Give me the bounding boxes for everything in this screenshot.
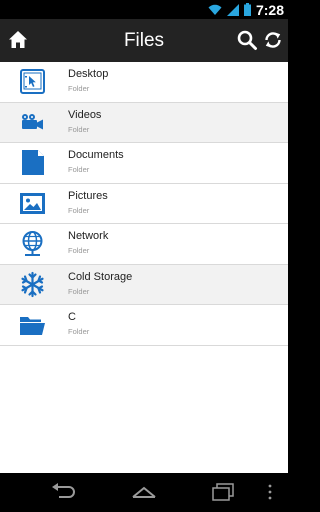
list-item-videos[interactable]: Videos Folder bbox=[0, 102, 288, 143]
app-bar: Files bbox=[0, 19, 288, 62]
list-item-c[interactable]: C Folder bbox=[0, 305, 288, 346]
network-globe-icon bbox=[22, 231, 43, 256]
home-nav-icon[interactable] bbox=[130, 481, 158, 503]
item-type: Folder bbox=[68, 327, 90, 336]
home-icon[interactable] bbox=[6, 28, 30, 52]
list-item-network[interactable]: Network Folder bbox=[0, 224, 288, 265]
system-nav-bar bbox=[0, 473, 288, 512]
refresh-icon[interactable] bbox=[262, 29, 284, 51]
snowflake-icon bbox=[21, 271, 44, 297]
list-item-pictures[interactable]: Pictures Folder bbox=[0, 184, 288, 224]
item-type: Folder bbox=[68, 84, 90, 93]
status-indicators: 7:28 bbox=[208, 0, 284, 19]
item-type: Folder bbox=[68, 286, 90, 296]
signal-icon bbox=[226, 3, 239, 16]
status-time: 7:28 bbox=[255, 1, 284, 18]
item-type: Folder bbox=[68, 205, 90, 215]
item-name: Network bbox=[68, 230, 109, 242]
battery-icon bbox=[243, 3, 251, 16]
open-folder-icon bbox=[20, 317, 45, 335]
item-name: Desktop bbox=[68, 68, 109, 80]
item-type: Folder bbox=[68, 246, 90, 255]
back-icon[interactable] bbox=[49, 481, 77, 503]
list-item-desktop[interactable]: Desktop Folder bbox=[0, 62, 288, 103]
overflow-menu-icon[interactable] bbox=[262, 481, 278, 503]
item-type: Folder bbox=[68, 165, 90, 174]
item-name: Cold Storage bbox=[68, 270, 133, 283]
status-bar: 7:28 bbox=[0, 0, 288, 19]
search-icon[interactable] bbox=[236, 29, 258, 51]
picture-icon bbox=[20, 192, 45, 214]
item-name: Videos bbox=[68, 108, 102, 121]
document-icon bbox=[22, 150, 44, 175]
desktop-icon bbox=[20, 69, 45, 94]
list-item-cold-storage[interactable]: Cold Storage Folder bbox=[0, 264, 288, 305]
file-list: Desktop Folder Videos Folder Documents F… bbox=[0, 62, 288, 473]
item-name: Pictures bbox=[68, 189, 108, 202]
item-name: Documents bbox=[68, 149, 124, 161]
video-camera-icon bbox=[22, 113, 43, 129]
item-type: Folder bbox=[68, 124, 90, 134]
item-name: C bbox=[68, 311, 76, 323]
list-item-documents[interactable]: Documents Folder bbox=[0, 143, 288, 184]
wifi-icon bbox=[208, 4, 222, 15]
recent-apps-icon[interactable] bbox=[209, 481, 237, 503]
